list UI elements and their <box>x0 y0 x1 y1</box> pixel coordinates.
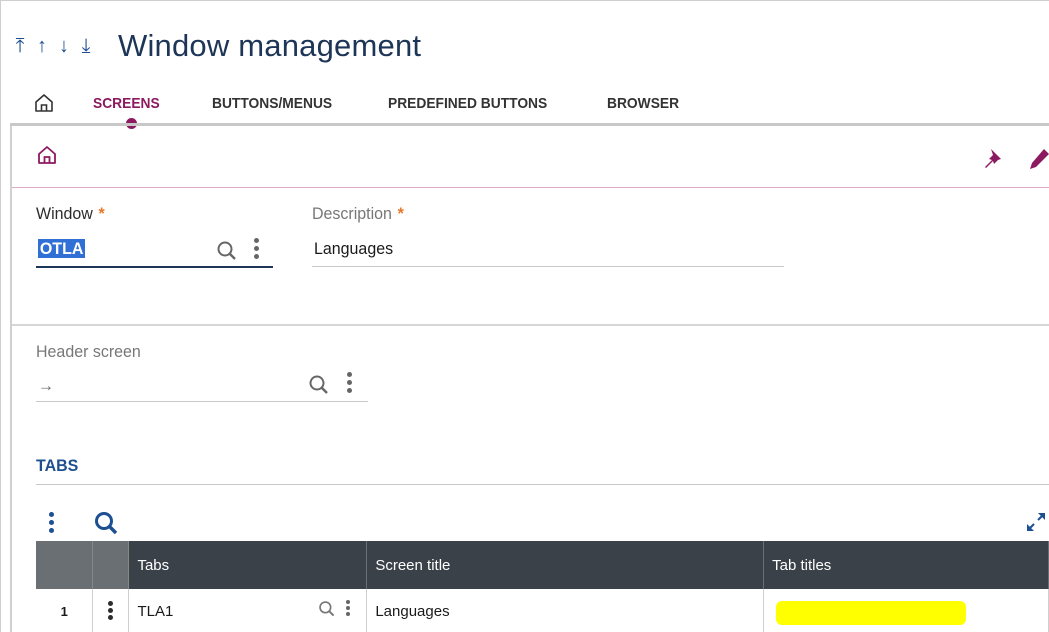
description-label: Description * <box>312 204 404 223</box>
tab-buttons-menus[interactable]: BUTTONS/MENUS <box>212 95 332 112</box>
first-record-icon[interactable]: ⤒ <box>12 36 28 56</box>
next-record-icon[interactable]: ↓ <box>56 36 72 56</box>
page-title: Window management <box>118 28 422 63</box>
tabs-section-line <box>36 484 1049 485</box>
grid-gutter-header <box>36 541 94 589</box>
search-icon[interactable] <box>318 600 336 618</box>
table-row[interactable]: 1 TLA1 Languages <box>36 589 1049 632</box>
grid-options-icon[interactable] <box>48 512 56 534</box>
description-field[interactable]: Languages <box>314 239 393 259</box>
record-navigation: ⤒ ↑ ↓ ⤓ <box>12 36 94 56</box>
search-icon[interactable] <box>216 240 238 262</box>
section-separator <box>12 324 1049 326</box>
column-header-tabs[interactable]: Tabs <box>128 541 368 589</box>
title-row: ⤒ ↑ ↓ ⤓ Window management <box>12 26 421 66</box>
home-icon[interactable] <box>33 92 55 114</box>
row-number: 1 <box>36 589 94 632</box>
screen-title-cell[interactable]: Languages <box>366 589 765 632</box>
tab-code-options-icon[interactable] <box>346 600 352 618</box>
pencil-icon[interactable] <box>1027 146 1049 172</box>
tab-predefined-buttons[interactable]: PREDEFINED BUTTONS <box>388 95 547 112</box>
panel-toolbar <box>12 126 1049 188</box>
header-screen-underline <box>36 401 368 402</box>
content-panel: Window * OTLA Description * Languages Head… <box>10 126 1049 632</box>
row-options-icon[interactable] <box>107 601 115 621</box>
tab-screens[interactable]: SCREENS <box>93 95 160 112</box>
window-field[interactable]: OTLA <box>38 239 86 259</box>
last-record-icon[interactable]: ⤓ <box>78 36 94 56</box>
tab-browser[interactable]: BROWSER <box>607 95 679 112</box>
section-tabs: SCREENS BUTTONS/MENUS PREDEFINED BUTTONS… <box>33 88 732 118</box>
search-icon[interactable] <box>308 374 330 396</box>
window-label: Window * <box>36 204 105 223</box>
tab-titles-cell[interactable] <box>763 589 1049 632</box>
grid-actions-header <box>92 541 130 589</box>
pin-icon[interactable] <box>982 146 1008 172</box>
window-field-underline <box>36 266 273 268</box>
expand-icon[interactable] <box>1024 510 1048 534</box>
tab-code-cell[interactable]: TLA1 <box>128 589 368 632</box>
tab-code: TLA1 <box>137 602 174 620</box>
header-screen-label: Header screen <box>36 342 141 361</box>
search-icon[interactable] <box>93 510 119 536</box>
header-screen-field[interactable]: → <box>38 376 54 396</box>
description-field-underline <box>312 266 784 267</box>
previous-record-icon[interactable]: ↑ <box>34 36 50 56</box>
row-actions-cell <box>92 589 130 632</box>
window-options-icon[interactable] <box>253 238 261 260</box>
tabs-section-title: TABS <box>36 456 79 475</box>
home-icon[interactable] <box>36 144 58 166</box>
tabs-grid: Tabs Screen title Tab titles 1 TLA1 Lang… <box>36 541 1049 632</box>
column-header-screen-title[interactable]: Screen title <box>366 541 765 589</box>
header-screen-options-icon[interactable] <box>346 372 354 394</box>
tab-code-cell-icons <box>318 600 352 618</box>
yellow-highlight-redaction <box>776 601 967 625</box>
column-header-tab-titles[interactable]: Tab titles <box>763 541 1049 589</box>
